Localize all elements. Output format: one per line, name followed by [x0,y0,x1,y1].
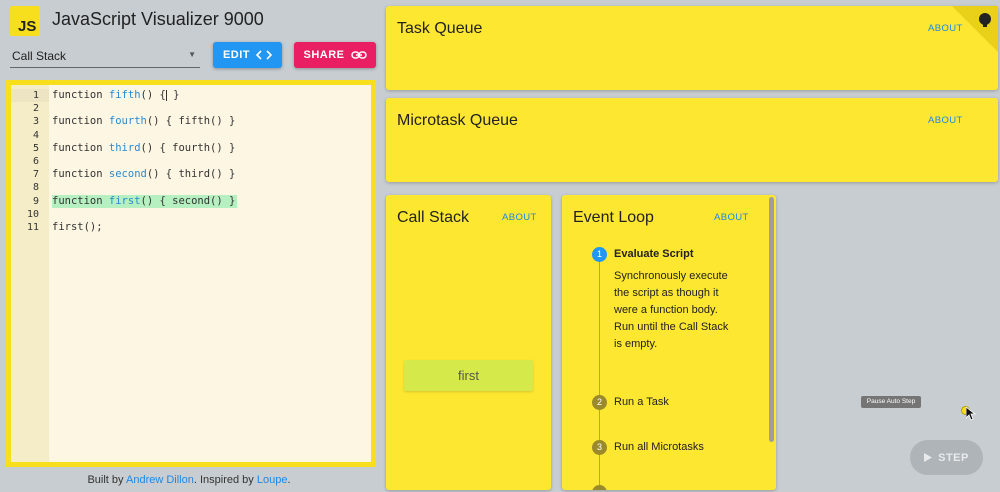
line-number: 11 [26,221,39,233]
event-loop-about-link[interactable]: ABOUT [714,212,749,223]
footer-end: . [287,474,291,486]
stack-frame: first [404,360,533,391]
event-loop-title: Event Loop [573,209,654,226]
task-queue-title: Task Queue [397,20,483,37]
code-line[interactable]: 3 function fourth() { fifth() } [11,115,371,128]
author-link[interactable]: Andrew Dillon [126,474,194,486]
code-function-name: fourth [108,115,147,128]
call-stack-panel: Call Stack ABOUT first [386,195,551,490]
code-text: function second() { third() } [52,168,235,181]
edit-button-label: EDIT [222,49,251,61]
code-keyword: function [52,115,109,128]
step-number-2: 2 [592,395,607,410]
line-number: 10 [26,208,39,220]
code-line[interactable]: 4 [11,129,371,142]
line-number: 5 [32,142,39,154]
code-lines: 1 function fifth() { } 2 3 function fourth()… [11,89,371,234]
code-text: function third() { fourth() } [52,142,235,155]
code-keyword: function [52,89,109,101]
code-tail: } [166,89,180,101]
microtask-queue-panel: Microtask Queue ABOUT [386,98,998,182]
task-queue-panel: Task Queue ABOUT [386,6,998,90]
step-label-evaluate-script[interactable]: Evaluate Script [614,248,693,260]
microtask-queue-about-link[interactable]: ABOUT [928,115,963,126]
code-function-name: third [108,141,141,154]
js-logo: JS [10,6,40,36]
footer: Built by Andrew Dillon. Inspired by Loup… [0,474,378,486]
left-panel: JS JavaScript Visualizer 9000 Call Stack… [0,0,378,492]
code-editor[interactable]: 1 function fifth() { } 2 3 function fourth()… [6,80,376,467]
line-number: 6 [32,155,39,167]
code-line[interactable]: 11 first(); [11,221,371,234]
code-body: () { fifth() } [146,115,236,128]
line-number: 7 [32,169,39,181]
code-line[interactable]: 1 function fifth() { } [11,89,371,103]
github-octocat-icon [979,13,991,27]
share-button[interactable]: SHARE [294,42,376,68]
code-text: first(); [52,221,103,234]
code-line[interactable]: 9 function first() { second() } [11,194,371,208]
code-line[interactable]: 5 function third() { fourth() } [11,142,371,155]
code-body: () { [140,89,166,101]
call-stack-about-link[interactable]: ABOUT [502,212,537,223]
event-loop-panel: Event Loop ABOUT 1 Evaluate Script Synch… [562,195,776,490]
event-loop-scrollbar[interactable] [769,197,774,442]
code-function-name: fifth [108,89,141,101]
example-select[interactable]: Call Stack ▼ [10,44,200,68]
code-keyword: function [52,141,109,154]
code-body: () { fourth() } [140,141,236,154]
play-icon [924,453,933,462]
footer-built-by: Built by [87,474,126,486]
code-icon [256,50,273,60]
step-button[interactable]: STEP [910,440,983,475]
code-keyword: function [52,194,109,207]
code-function-name: first [108,194,141,207]
step-button-label: STEP [938,451,969,464]
step-label-run-all-microtasks[interactable]: Run all Microtasks [614,441,704,453]
mouse-pointer-icon [966,407,976,421]
step-number-3: 3 [592,440,607,455]
step-description: Synchronously execute the script as thou… [614,270,729,350]
step-label-run-a-task[interactable]: Run a Task [614,396,669,408]
edit-button[interactable]: EDIT [213,42,282,68]
code-text: function fourth() { fifth() } [52,115,235,128]
code-line[interactable]: 8 [11,181,371,194]
code-line[interactable]: 7 function second() { third() } [11,168,371,181]
example-select-value: Call Stack [12,49,67,63]
js-logo-text: JS [18,18,37,35]
code-keyword: first(); [52,220,103,233]
code-line[interactable]: 10 [11,208,371,221]
microtask-queue-title: Microtask Queue [397,112,518,129]
code-line[interactable]: 6 [11,155,371,168]
line-number: 3 [32,116,39,128]
line-number: 8 [32,182,39,194]
line-number: 4 [32,129,39,141]
step-number-next [592,485,607,490]
code-function-name: second [108,168,147,181]
code-text: function first() { second() } [52,194,238,208]
chevron-down-icon: ▼ [188,50,196,59]
github-corner[interactable] [952,6,998,52]
call-stack-title: Call Stack [397,209,470,226]
code-text: function fifth() { } [52,89,179,102]
link-icon [350,51,367,59]
code-keyword: function [52,168,109,181]
line-number: 2 [32,103,39,115]
code-body: () { third() } [146,168,236,181]
code-body: () { second() } [140,194,236,207]
line-number: 1 [11,89,49,103]
inspiration-link[interactable]: Loupe [257,474,288,486]
step-connector [599,257,600,490]
code-line[interactable]: 2 [11,102,371,115]
share-button-label: SHARE [303,49,345,61]
app-title: JavaScript Visualizer 9000 [52,9,264,29]
line-number: 9 [32,195,39,207]
step-number-1: 1 [592,247,607,262]
footer-inspired-by: . Inspired by [193,474,257,486]
pause-auto-step-tooltip: Pause Auto Step [861,396,921,408]
